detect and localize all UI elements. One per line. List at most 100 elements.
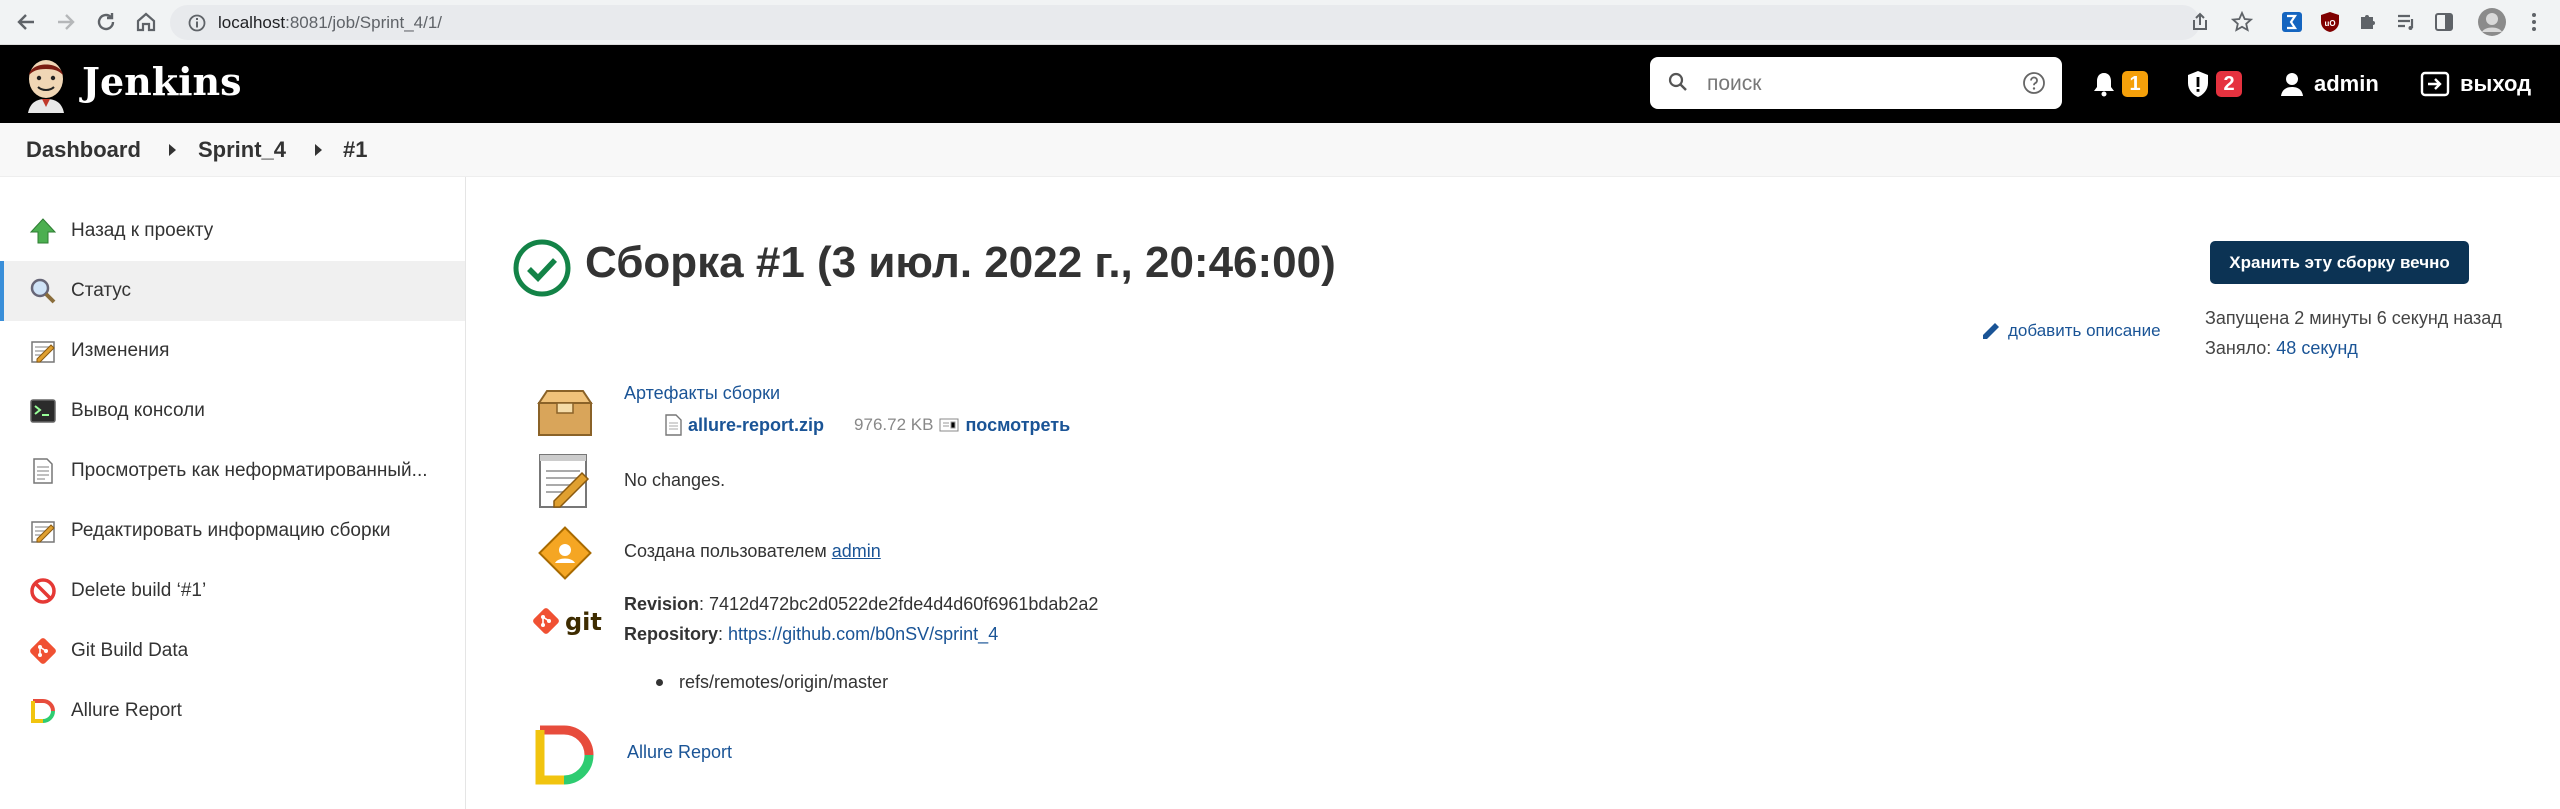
- duration-label: Заняло:: [2205, 338, 2277, 358]
- sidebar-item-allure-report[interactable]: Allure Report: [0, 681, 465, 741]
- breadcrumb-build[interactable]: #1: [343, 137, 367, 163]
- branch-name: refs/remotes/origin/master: [679, 672, 889, 692]
- user-trigger-icon: [532, 520, 598, 586]
- ublock-icon[interactable]: uO: [2318, 10, 2342, 34]
- side-panel-icon[interactable]: [2432, 10, 2456, 34]
- document-icon: [28, 456, 58, 486]
- breadcrumb-chevron-icon[interactable]: [169, 144, 176, 156]
- url-host: localhost: [218, 13, 286, 32]
- file-icon: [665, 414, 682, 436]
- help-icon[interactable]: [2022, 71, 2046, 100]
- git-icon: [28, 636, 58, 666]
- url-path: :8081/job/Sprint_4/1/: [285, 13, 443, 32]
- sidebar-item-label: Вывод консоли: [71, 400, 205, 421]
- allure-report-link[interactable]: Allure Report: [627, 742, 732, 762]
- sidebar-item-delete-build[interactable]: Delete build ‘#1’: [0, 561, 465, 621]
- repository-sep: :: [718, 624, 729, 644]
- repository-label: Repository: [624, 624, 719, 644]
- jenkins-logo-icon[interactable]: [22, 53, 70, 113]
- add-description-link[interactable]: добавить описание: [1980, 320, 2161, 342]
- git-revision: Revision: 7412d472bc2d0522de2fde4d4d60f6…: [624, 594, 1098, 615]
- svg-text:uO: uO: [2324, 19, 2335, 28]
- search-input[interactable]: [1705, 69, 2009, 99]
- git-logo-icon: git: [532, 590, 604, 656]
- sidebar-item-label: Редактировать информацию сборки: [71, 520, 391, 541]
- up-arrow-icon: [28, 216, 58, 246]
- bullet-icon: [656, 679, 663, 686]
- home-icon[interactable]: [132, 8, 160, 36]
- sidebar-item-view-plain[interactable]: Просмотреть как неформатированный...: [0, 441, 465, 501]
- user-menu[interactable]: admin: [2280, 67, 2379, 101]
- sidebar-item-edit-build-info[interactable]: Редактировать информацию сборки: [0, 501, 465, 561]
- artifact-view-link[interactable]: посмотреть: [965, 415, 1070, 436]
- success-check-icon: [512, 238, 572, 303]
- created-by-user-link[interactable]: admin: [832, 541, 881, 561]
- artifacts-title-link[interactable]: Артефакты сборки: [624, 383, 780, 403]
- sidebar-item-git-build-data[interactable]: Git Build Data: [0, 621, 465, 681]
- menu-kebab-icon[interactable]: [2522, 10, 2546, 34]
- keep-forever-button[interactable]: Хранить эту сборку вечно: [2210, 241, 2469, 284]
- security-badge: 2: [2216, 71, 2242, 97]
- breadcrumb-job[interactable]: Sprint_4: [198, 137, 286, 163]
- no-entry-icon: [28, 576, 58, 606]
- git-repository: Repository: https://github.com/b0nSV/spr…: [624, 624, 998, 645]
- repository-link[interactable]: https://github.com/b0nSV/sprint_4: [728, 624, 998, 644]
- notifications-button[interactable]: 1: [2092, 67, 2148, 101]
- address-bar[interactable]: localhost:8081/job/Sprint_4/1/: [170, 5, 2200, 40]
- logout-label: выход: [2460, 71, 2532, 96]
- terminal-icon: [28, 396, 58, 426]
- brand-name[interactable]: Jenkins: [82, 59, 242, 104]
- notepad-edit-icon: [28, 516, 58, 546]
- allure-logo-icon: [532, 722, 598, 788]
- extension-blue-icon[interactable]: [2280, 10, 2304, 34]
- created-by: Создана пользователем admin: [624, 541, 881, 562]
- artifact-size: 976.72 KB: [854, 415, 934, 434]
- notifications-badge: 1: [2122, 71, 2148, 97]
- back-icon[interactable]: [12, 8, 40, 36]
- breadcrumb-chevron-icon[interactable]: [315, 144, 322, 156]
- created-by-label: Создана пользователем: [624, 541, 832, 561]
- artifact-file-link[interactable]: allure-report.zip: [688, 415, 824, 436]
- revision-label: Revision: [624, 594, 700, 614]
- profile-avatar[interactable]: [2476, 6, 2508, 38]
- puzzle-icon[interactable]: [2356, 10, 2380, 34]
- revision-value: : 7412d472bc2d0522de2fde4d4d60f6961bdab2…: [699, 594, 1099, 614]
- security-button[interactable]: 2: [2186, 67, 2242, 101]
- git-logo-text: git: [565, 608, 602, 636]
- forward-icon[interactable]: [52, 8, 80, 36]
- sidebar: Назад к проекту Статус Изменения Вывод к…: [0, 177, 466, 809]
- sidebar-item-label: Изменения: [71, 340, 170, 361]
- sidebar-item-label: Назад к проекту: [71, 220, 214, 241]
- sidebar-item-status[interactable]: Статус: [0, 261, 465, 321]
- info-icon[interactable]: [188, 14, 206, 37]
- sidebar-item-label: Просмотреть как неформатированный...: [71, 460, 428, 481]
- breadcrumb: Dashboard Sprint_4 #1: [0, 123, 2560, 177]
- sidebar-item-changes[interactable]: Изменения: [0, 321, 465, 381]
- pencil-icon: [1983, 323, 1999, 339]
- logout-icon: [2420, 71, 2450, 97]
- reload-icon[interactable]: [92, 8, 120, 36]
- view-fingerprint-icon: [939, 418, 959, 432]
- sidebar-item-console-output[interactable]: Вывод консоли: [0, 381, 465, 441]
- shield-alert-icon: [2188, 71, 2208, 97]
- user-icon: [2281, 73, 2303, 96]
- no-changes-text: No changes.: [624, 470, 726, 490]
- duration-link[interactable]: 48 секунд: [2276, 338, 2358, 358]
- search-icon: [1668, 72, 1688, 97]
- breadcrumb-dashboard[interactable]: Dashboard: [26, 137, 141, 163]
- allure-icon: [28, 696, 58, 726]
- search-box[interactable]: [1650, 57, 2062, 109]
- sidebar-item-back-to-project[interactable]: Назад к проекту: [0, 201, 465, 261]
- notepad-icon: [28, 336, 58, 366]
- jenkins-header: Jenkins 1 2 admin выход: [0, 45, 2560, 123]
- build-started-text: Запущена 2 минуты 6 секунд назад: [2205, 308, 2502, 328]
- url-text: localhost:8081/job/Sprint_4/1/: [218, 13, 442, 33]
- browser-toolbar: localhost:8081/job/Sprint_4/1/ uO: [0, 0, 2560, 45]
- logout-button[interactable]: выход: [2420, 67, 2531, 101]
- reading-list-icon[interactable]: [2394, 10, 2418, 34]
- share-icon[interactable]: [2188, 10, 2212, 34]
- star-icon[interactable]: [2230, 10, 2254, 34]
- user-name: admin: [2314, 71, 2379, 96]
- branch-list-item: refs/remotes/origin/master: [656, 672, 888, 693]
- sidebar-item-label: Allure Report: [71, 700, 182, 721]
